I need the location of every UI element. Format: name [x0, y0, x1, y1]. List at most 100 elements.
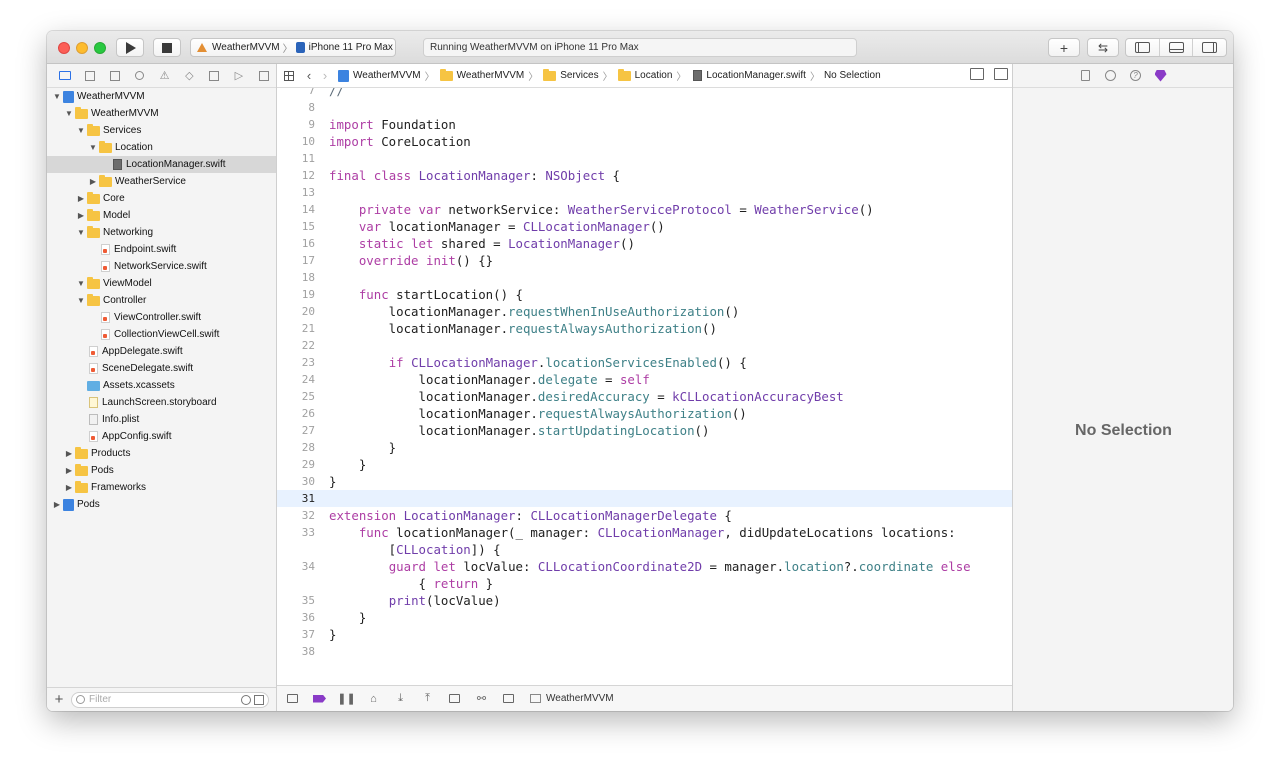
code-line[interactable]: 17 override init() {}: [277, 252, 1012, 269]
breadcrumb-item[interactable]: WeatherMVVM: [439, 68, 524, 81]
toggle-debug-area-button[interactable]: [1160, 39, 1194, 56]
code-line[interactable]: 14 private var networkService: WeatherSe…: [277, 201, 1012, 218]
disclosure-closed-icon[interactable]: ▶: [64, 466, 74, 475]
code-review-button[interactable]: ⇆: [1087, 38, 1119, 57]
filter-input[interactable]: Filter: [71, 691, 269, 708]
code-line[interactable]: 19 func startLocation() {: [277, 286, 1012, 303]
code-line[interactable]: 30}: [277, 473, 1012, 490]
code-line[interactable]: 12 final class LocationManager: NSObject …: [277, 167, 1012, 184]
tree-group[interactable]: ▶ Model: [47, 207, 276, 224]
tree-file[interactable]: LaunchScreen.storyboard: [47, 394, 276, 411]
code-line[interactable]: 26 locationManager.requestAlwaysAuthoriz…: [277, 405, 1012, 422]
tree-file[interactable]: AppDelegate.swift: [47, 343, 276, 360]
tree-file[interactable]: NetworkService.swift: [47, 258, 276, 275]
source-control-filter-icon[interactable]: [254, 694, 264, 705]
code-line[interactable]: 24 locationManager.delegate = self: [277, 371, 1012, 388]
recent-files-icon[interactable]: [241, 694, 251, 705]
tree-file[interactable]: Endpoint.swift: [47, 241, 276, 258]
code-line[interactable]: 38: [277, 643, 1012, 660]
tree-group[interactable]: ▼ Services: [47, 122, 276, 139]
tree-group[interactable]: ▶ Pods: [47, 462, 276, 479]
breadcrumb-item[interactable]: WeatherMVVM: [337, 69, 421, 82]
tree-file[interactable]: Assets.xcassets: [47, 377, 276, 394]
code-line[interactable]: 8: [277, 99, 1012, 116]
debug-target[interactable]: WeatherMVVM: [530, 693, 614, 704]
code-line[interactable]: 29 }: [277, 456, 1012, 473]
breadcrumb-item[interactable]: LocationManager.swift: [690, 70, 806, 81]
tree-group[interactable]: ▶ WeatherService: [47, 173, 276, 190]
code-line[interactable]: 18: [277, 269, 1012, 286]
forward-button[interactable]: ›: [317, 68, 333, 83]
code-line[interactable]: 28 }: [277, 439, 1012, 456]
code-line[interactable]: 10 import CoreLocation: [277, 133, 1012, 150]
tree-file[interactable]: AppConfig.swift: [47, 428, 276, 445]
step-over-button[interactable]: ⌂: [360, 693, 387, 705]
tree-group[interactable]: ▶ Products: [47, 445, 276, 462]
tree-file[interactable]: SceneDelegate.swift: [47, 360, 276, 377]
close-window-button[interactable]: [58, 42, 70, 54]
code-line[interactable]: 27 locationManager.startUpdatingLocation…: [277, 422, 1012, 439]
disclosure-open-icon[interactable]: ▼: [76, 296, 86, 305]
disclosure-open-icon[interactable]: ▼: [76, 279, 86, 288]
tab-report-navigator[interactable]: [251, 66, 276, 86]
tab-find-navigator[interactable]: [127, 66, 152, 86]
code-line[interactable]: [CLLocation]) {: [277, 541, 1012, 558]
code-line[interactable]: 13: [277, 184, 1012, 201]
minimize-window-button[interactable]: [76, 42, 88, 54]
disclosure-closed-icon[interactable]: ▶: [64, 483, 74, 492]
code-line[interactable]: 22: [277, 337, 1012, 354]
stop-button[interactable]: [153, 38, 181, 57]
code-line[interactable]: 31: [277, 490, 1012, 507]
code-line[interactable]: 35 print(locValue): [277, 592, 1012, 609]
code-line[interactable]: 11: [277, 150, 1012, 167]
editor-options-icon[interactable]: [970, 68, 984, 80]
breadcrumb-item[interactable]: Services: [542, 68, 599, 81]
tree-group[interactable]: ▶ Frameworks: [47, 479, 276, 496]
step-out-button[interactable]: ⤒: [414, 692, 441, 705]
step-into-button[interactable]: ⤓: [387, 692, 414, 705]
zoom-window-button[interactable]: [94, 42, 106, 54]
tab-source-control[interactable]: [78, 66, 103, 86]
code-line[interactable]: 16 static let shared = LocationManager(): [277, 235, 1012, 252]
disclosure-open-icon[interactable]: ▼: [88, 143, 98, 152]
disclosure-closed-icon[interactable]: ▶: [76, 211, 86, 220]
code-line[interactable]: 20 locationManager.requestWhenInUseAutho…: [277, 303, 1012, 320]
tree-group[interactable]: ▶ Core: [47, 190, 276, 207]
related-items-button[interactable]: [277, 70, 301, 81]
code-line[interactable]: 32 extension LocationManager: CLLocationM…: [277, 507, 1012, 524]
tab-quick-help[interactable]: ?: [1130, 70, 1142, 82]
toggle-navigator-button[interactable]: [1126, 39, 1160, 56]
add-editor-icon[interactable]: [994, 68, 1008, 80]
code-line[interactable]: 36 }: [277, 609, 1012, 626]
disclosure-open-icon[interactable]: ▼: [64, 109, 74, 118]
tree-group[interactable]: ▼ Controller: [47, 292, 276, 309]
disclosure-closed-icon[interactable]: ▶: [76, 194, 86, 203]
tab-project-navigator[interactable]: [53, 66, 78, 86]
tab-attributes-inspector[interactable]: [1154, 69, 1167, 82]
code-line[interactable]: 37}: [277, 626, 1012, 643]
tree-group[interactable]: ▼ ViewModel: [47, 275, 276, 292]
tree-group[interactable]: ▼ Networking: [47, 224, 276, 241]
breadcrumb-item[interactable]: No Selection: [824, 70, 881, 81]
tab-symbol-navigator[interactable]: [103, 66, 128, 86]
tree-group[interactable]: ▼ Location: [47, 139, 276, 156]
code-line[interactable]: 33 func locationManager(_ manager: CLLoc…: [277, 524, 1012, 541]
code-line[interactable]: 23 if CLLocationManager.locationServices…: [277, 354, 1012, 371]
back-button[interactable]: ‹: [301, 68, 317, 83]
tab-history-inspector[interactable]: [1105, 70, 1117, 82]
pause-button[interactable]: ❚❚: [333, 692, 360, 705]
tree-group[interactable]: ▼ WeatherMVVM: [47, 88, 276, 105]
add-file-button[interactable]: +: [47, 691, 71, 708]
code-line[interactable]: { return }: [277, 575, 1012, 592]
code-line[interactable]: 34 guard let locValue: CLLocationCoordin…: [277, 558, 1012, 575]
tab-debug-navigator[interactable]: [202, 66, 227, 86]
tree-file[interactable]: Info.plist: [47, 411, 276, 428]
code-line[interactable]: 21 locationManager.requestAlwaysAuthoriz…: [277, 320, 1012, 337]
tree-file[interactable]: CollectionViewCell.swift: [47, 326, 276, 343]
tree-group[interactable]: ▶ Pods: [47, 496, 276, 513]
hide-debug-area-button[interactable]: [279, 694, 306, 703]
library-button[interactable]: +: [1048, 38, 1080, 57]
breadcrumb-item[interactable]: Location: [617, 68, 672, 81]
code-area[interactable]: 7 // 8 9 import Foundation 10 import CoreLocat…: [277, 88, 1012, 685]
scheme-selector[interactable]: WeatherMVVM 〉 iPhone 11 Pro Max: [190, 38, 396, 57]
